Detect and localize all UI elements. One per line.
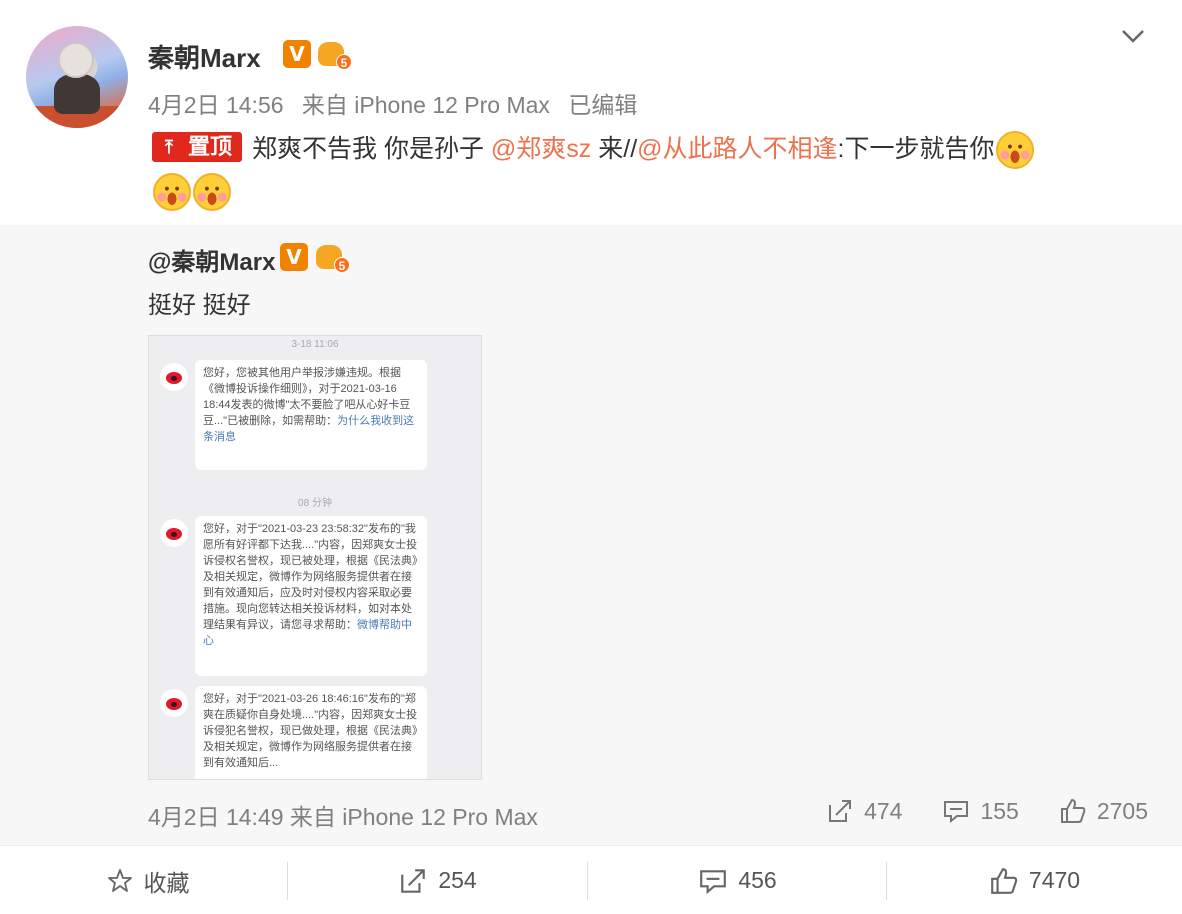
repost-card[interactable]: @秦朝Marx V 5 挺好 挺好 3-18 11:06 您好，您被其他用户举报… <box>0 225 1182 845</box>
favorite-button[interactable]: 收藏 <box>0 846 295 914</box>
pin-label: 置顶 <box>184 134 241 161</box>
repost-comment-button[interactable]: 155 <box>942 797 1019 825</box>
verified-badge-icon: V <box>280 243 308 271</box>
repost-source: 来自 iPhone 12 Pro Max <box>289 804 538 830</box>
level-badge-icon: 5 <box>318 38 352 70</box>
share-count: 254 <box>438 867 477 893</box>
message-text: 您好，对于"2021-03-26 18:46:16"发布的"郑爽在质疑你自身处境… <box>203 693 418 769</box>
share-icon <box>829 800 852 822</box>
share-icon <box>401 868 426 893</box>
repost-meta: 4月2日 14:49 来自 iPhone 12 Pro Max <box>148 798 538 832</box>
post-text-part2: 来// <box>591 135 638 163</box>
favorite-label: 收藏 <box>143 869 190 896</box>
post-text-part1: 郑爽不告我 你是孙子 <box>252 135 491 163</box>
post-source: 来自 iPhone 12 Pro Max <box>301 92 550 118</box>
star-icon <box>107 868 132 892</box>
grin-emoji-icon <box>153 173 191 212</box>
grin-emoji-icon <box>995 131 1034 170</box>
repost-actions: 474 155 2705 <box>786 793 1148 829</box>
mention-link[interactable]: @从此路人不相逢 <box>637 135 837 163</box>
avatar-figure-body <box>54 74 100 114</box>
chevron-down-icon[interactable] <box>1118 22 1148 50</box>
pin-badge: ⤒ 置顶 <box>152 132 243 163</box>
like-count: 2705 <box>1096 797 1148 824</box>
comment-icon <box>944 801 969 824</box>
share-button[interactable]: 254 <box>290 846 585 914</box>
thumbs-up-icon <box>991 867 1018 894</box>
divider <box>287 862 288 900</box>
message-bubble: 您好，对于"2021-03-23 23:58:32"发布的"我愿所有好评都下达我… <box>195 516 427 676</box>
avatar-figure-helmet <box>58 42 94 78</box>
screenshot-image[interactable]: 3-18 11:06 您好，您被其他用户举报涉嫌违规。根据《微博投诉操作细则》，… <box>148 335 482 780</box>
comment-icon <box>700 869 727 894</box>
post-time[interactable]: 4月2日 14:56 <box>148 92 284 118</box>
comment-button[interactable]: 456 <box>590 846 885 914</box>
grin-emoji-icon <box>193 173 231 212</box>
verified-badge-icon: V <box>283 40 311 68</box>
avatar[interactable] <box>26 26 128 128</box>
repost-username[interactable]: @秦朝Marx <box>148 242 275 277</box>
weibo-logo-icon <box>159 688 189 718</box>
edited-label[interactable]: 已编辑 <box>568 92 637 118</box>
level-badge-icon: 5 <box>316 241 350 273</box>
post-text-part3: :下一步就告你 <box>837 135 995 163</box>
level-number: 5 <box>334 257 350 273</box>
post-meta: 4月2日 14:56 来自 iPhone 12 Pro Max 已编辑 <box>148 86 637 120</box>
repost-time[interactable]: 4月2日 14:49 <box>148 804 284 830</box>
mention-link[interactable]: @郑爽sz <box>491 135 591 163</box>
screenshot-timestamp: 3-18 11:06 <box>291 339 339 350</box>
divider <box>587 862 588 900</box>
pin-icon: ⤒ <box>154 134 184 161</box>
repost-text: 挺好 挺好 <box>148 292 251 319</box>
username[interactable]: 秦朝Marx <box>148 38 261 75</box>
comment-count: 456 <box>738 867 777 893</box>
like-button[interactable]: 7470 <box>887 846 1182 914</box>
weibo-logo-icon <box>159 518 189 548</box>
post-header: 秦朝Marx V 5 4月2日 14:56 来自 iPhone 12 Pro M… <box>0 0 1182 225</box>
repost-share-button[interactable]: 474 <box>826 797 902 825</box>
comment-count: 155 <box>980 797 1019 824</box>
weibo-logo-icon <box>159 362 189 392</box>
footer-action-bar: 收藏 254 456 7470 <box>0 845 1182 914</box>
thumbs-up-icon <box>1060 798 1086 823</box>
message-bubble: 您好，对于"2021-03-26 18:46:16"发布的"郑爽在质疑你自身处境… <box>195 686 427 779</box>
post-text: ⤒ 置顶 郑爽不告我 你是孙子 @郑爽sz 来//@从此路人不相逢:下一步就告你 <box>152 128 1162 212</box>
message-text: 您好，对于"2021-03-23 23:58:32"发布的"我愿所有好评都下达我… <box>203 523 418 631</box>
level-number: 5 <box>336 54 352 70</box>
screenshot-timestamp: 08 分钟 <box>298 498 332 509</box>
repost-like-button[interactable]: 2705 <box>1059 797 1148 825</box>
like-count: 7470 <box>1028 867 1081 893</box>
share-count: 474 <box>864 797 903 824</box>
message-bubble: 您好，您被其他用户举报涉嫌违规。根据《微博投诉操作细则》，对于2021-03-1… <box>195 360 427 470</box>
